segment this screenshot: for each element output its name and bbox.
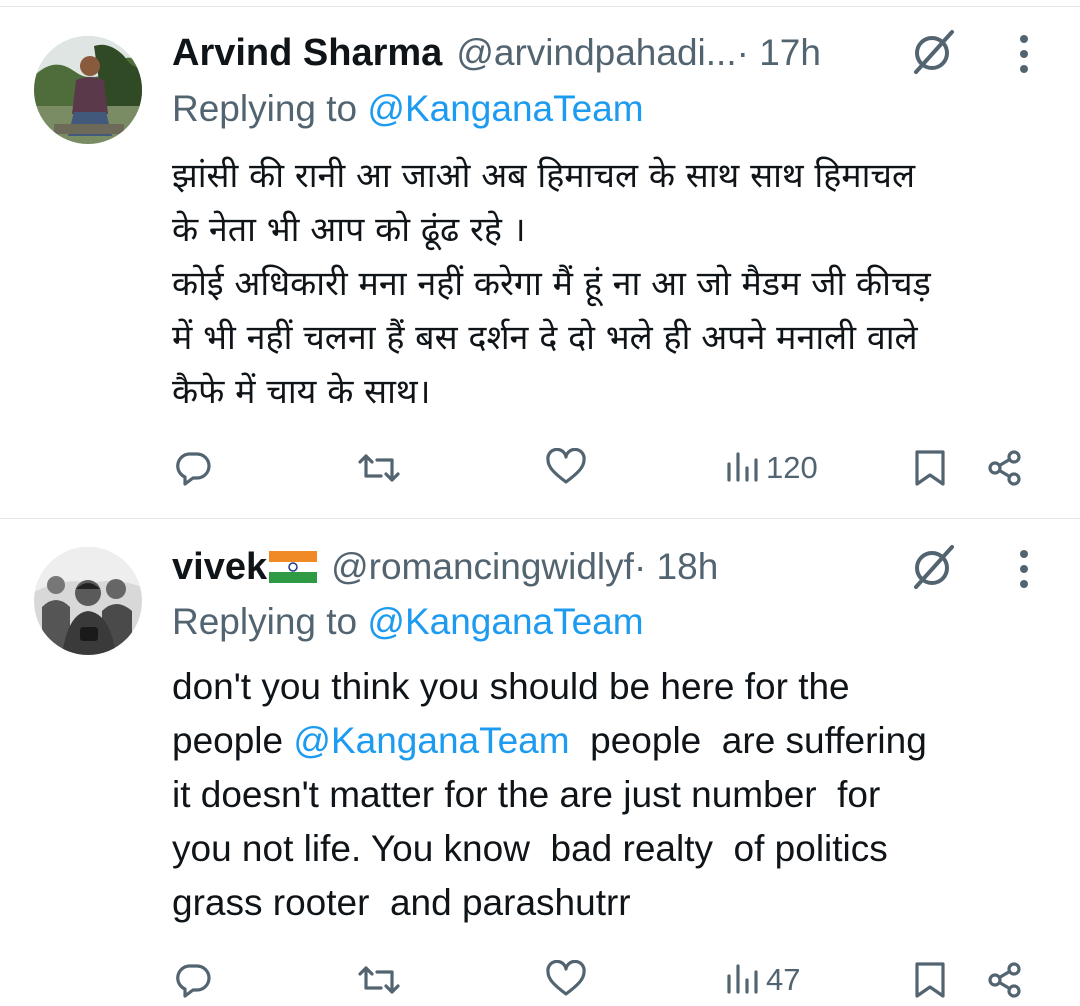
reply-icon [176, 964, 211, 998]
tweet-text-line: people @KanganaTeam people are suffering [172, 714, 1052, 768]
action-bar: 120 [0, 444, 1080, 494]
user-handle[interactable]: @arvindpahadi... [456, 32, 736, 74]
display-name[interactable]: Arvind Sharma [172, 32, 442, 75]
tweet-text: झांसी की रानी आ जाओ अब हिमाचल के साथ साथ… [172, 149, 1052, 419]
tweet-text-line: it doesn't matter for the are just numbe… [172, 774, 881, 815]
tweet-header: Arvind Sharma @arvindpahadi... · 17h [172, 28, 821, 78]
replying-to: Replying to @KanganaTeam [172, 601, 644, 643]
tweet-card[interactable]: Arvind Sharma @arvindpahadi... · 17h Rep… [0, 0, 1080, 518]
replying-to: Replying to @KanganaTeam [172, 88, 644, 130]
india-flag-emoji [269, 551, 318, 583]
repost-button[interactable] [355, 448, 403, 488]
grok-icon[interactable] [908, 541, 958, 591]
views-button[interactable]: 47 [724, 960, 800, 1000]
mention-link[interactable]: @KanganaTeam [367, 601, 643, 642]
replying-to-label: Replying to [172, 88, 368, 129]
timestamp[interactable]: · 17h [737, 32, 821, 74]
action-bar: 47 [0, 956, 1080, 1006]
tweet-text-line: grass rooter and parashutrr [172, 882, 631, 923]
views-icon [727, 964, 758, 994]
views-icon [727, 452, 758, 482]
tweet-card[interactable]: vivek @romancingwidlyf · 18h Replying to… [0, 519, 1080, 1004]
repost-icon [358, 966, 400, 994]
timestamp[interactable]: · 18h [634, 546, 718, 588]
repost-button[interactable] [355, 960, 403, 1000]
display-name[interactable]: vivek [172, 546, 267, 589]
like-button[interactable] [544, 960, 588, 1000]
avatar[interactable] [34, 547, 142, 655]
tweet-text-line: के नेता भी आप को ढूंढ रहे । [172, 210, 526, 250]
bookmark-icon [915, 962, 945, 998]
bookmark-button[interactable] [912, 448, 948, 488]
bookmark-button[interactable] [912, 960, 948, 1000]
tweet-text-line: में भी नहीं चलना हैं बस दर्शन दे दो भले … [172, 318, 918, 358]
tweet-text-segment: people [172, 720, 294, 761]
tweet-text-line: don't you think you should be here for t… [172, 666, 850, 707]
tweet-header: vivek @romancingwidlyf · 18h [172, 542, 718, 592]
user-handle[interactable]: @romancingwidlyf [331, 546, 634, 588]
view-count: 120 [766, 450, 818, 485]
avatar[interactable] [34, 36, 142, 144]
views-button[interactable]: 120 [724, 448, 818, 488]
mention-link[interactable]: @KanganaTeam [293, 720, 569, 761]
bookmark-icon [915, 450, 945, 486]
tweet-text-segment: people are suffering [569, 720, 927, 761]
like-button[interactable] [544, 448, 588, 488]
tweet-text: don't you think you should be here for t… [172, 660, 1052, 930]
reply-icon [176, 452, 211, 486]
tweet-text-line: you not life. You know bad realty of pol… [172, 828, 888, 869]
more-icon[interactable] [1012, 32, 1036, 76]
avatar-photo [34, 547, 142, 655]
view-count: 47 [766, 962, 801, 997]
share-button[interactable] [985, 448, 1025, 488]
like-icon [546, 448, 586, 484]
replying-to-label: Replying to [172, 601, 368, 642]
like-icon [546, 960, 586, 996]
mention-link[interactable]: @KanganaTeam [367, 88, 643, 129]
tweet-text-line: कैफे में चाय के साथ। [172, 372, 431, 412]
tweet-text-line: झांसी की रानी आ जाओ अब हिमाचल के साथ साथ… [172, 156, 916, 196]
repost-icon [358, 454, 400, 482]
share-icon [988, 450, 1021, 486]
grok-icon[interactable] [908, 26, 958, 76]
tweet-text-line: कोई अधिकारी मना नहीं करेगा मैं हूं ना आ … [172, 264, 931, 304]
share-icon [988, 962, 1021, 998]
reply-button[interactable] [173, 448, 213, 488]
share-button[interactable] [985, 960, 1025, 1000]
avatar-photo [34, 36, 142, 144]
reply-button[interactable] [173, 960, 213, 1000]
more-icon[interactable] [1012, 547, 1036, 591]
